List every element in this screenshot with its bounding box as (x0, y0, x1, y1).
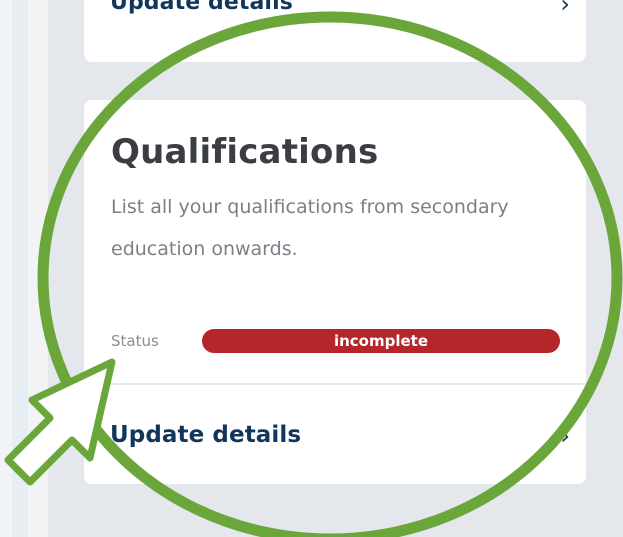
update-details-link[interactable]: Update details › (110, 422, 570, 452)
card-description: List all your qualifications from second… (111, 196, 509, 260)
top-card: Update details › (84, 0, 586, 62)
chevron-right-icon: › (560, 422, 570, 450)
update-details-label: Update details (110, 422, 302, 448)
chevron-right-icon: › (560, 0, 570, 18)
left-rail (12, 0, 28, 537)
divider (84, 383, 586, 385)
update-details-label: Update details (110, 0, 293, 15)
status-label: Status (111, 332, 159, 350)
status-badge: incomplete (202, 329, 560, 353)
card-title: Qualifications (111, 132, 379, 172)
qualifications-card: Qualifications List all your qualificati… (84, 100, 586, 484)
update-details-link-top[interactable]: Update details › (110, 0, 570, 18)
